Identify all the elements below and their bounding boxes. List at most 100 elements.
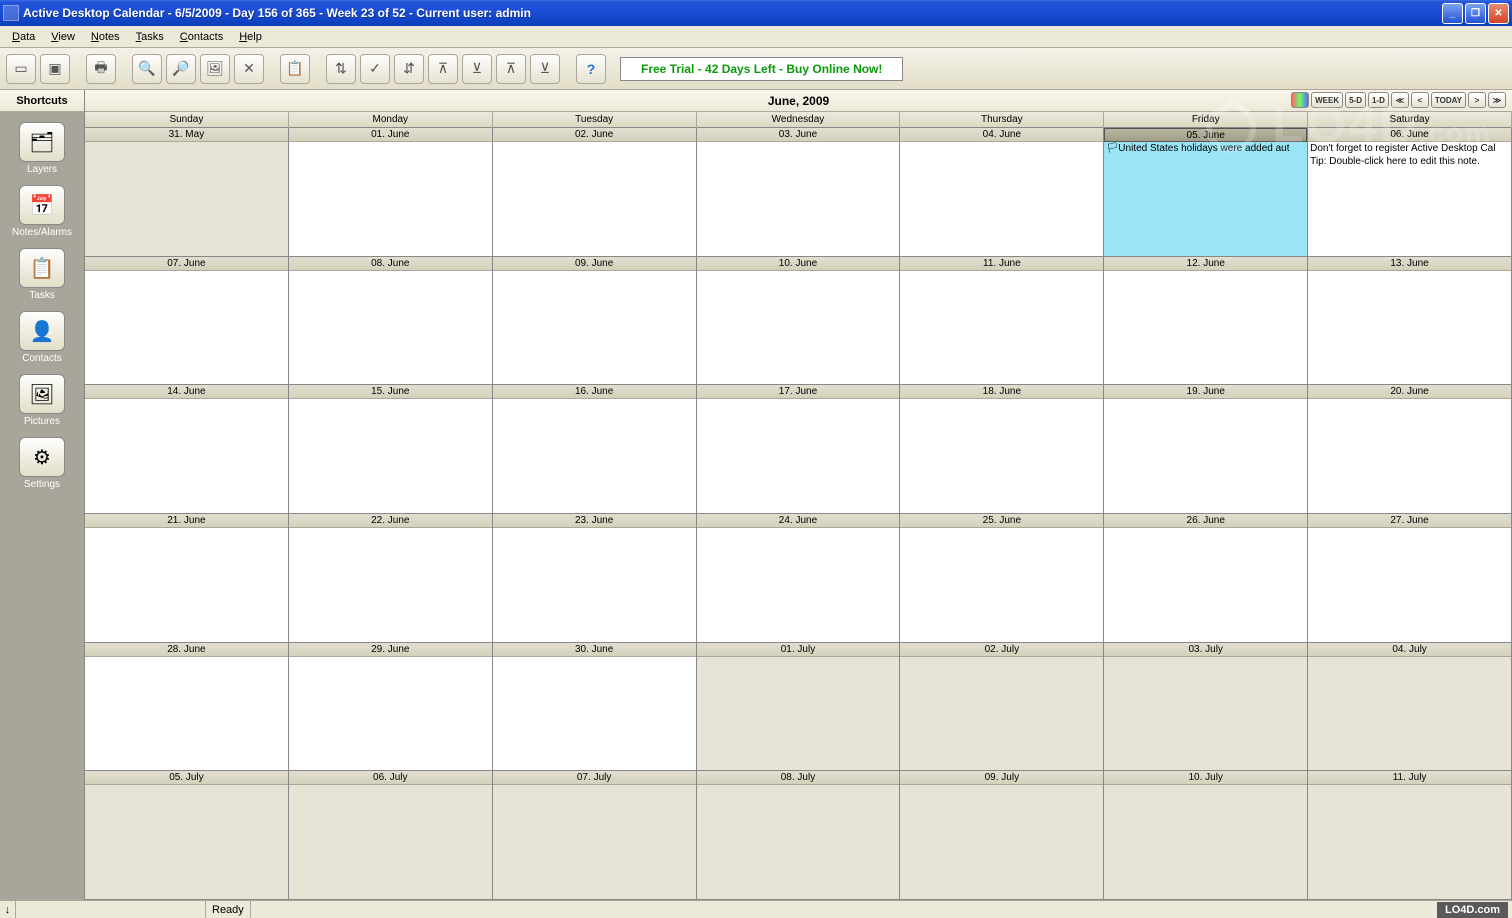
calendar-cell[interactable]: 24. June (697, 514, 901, 642)
cell-body[interactable] (697, 657, 900, 771)
tool-export-icon[interactable]: ✕ (234, 54, 264, 84)
calendar-cell[interactable]: 15. June (289, 385, 493, 513)
tool-filter1-icon[interactable]: ⇵ (394, 54, 424, 84)
calendar-cell[interactable]: 01. June (289, 128, 493, 256)
note-item[interactable]: 🏳United States holidays were added aut (1104, 142, 1307, 155)
calendar-cell[interactable]: 23. June (493, 514, 697, 642)
calendar-cell[interactable]: 17. June (697, 385, 901, 513)
calendar-cell[interactable]: 08. June (289, 257, 493, 385)
cell-body[interactable] (1308, 785, 1511, 899)
calendar-cell[interactable]: 07. July (493, 771, 697, 899)
cell-body[interactable] (85, 785, 288, 899)
calendar-cell[interactable]: 27. June (1308, 514, 1512, 642)
calendar-cell[interactable]: 06. JuneDon't forget to register Active … (1308, 128, 1512, 256)
cell-body[interactable] (697, 785, 900, 899)
calendar-cell[interactable]: 01. July (697, 643, 901, 771)
tool-print-icon[interactable]: 🖶 (86, 54, 116, 84)
nav-color-icon[interactable] (1291, 92, 1309, 108)
calendar-cell[interactable]: 09. July (900, 771, 1104, 899)
calendar-cell[interactable]: 11. July (1308, 771, 1512, 899)
tool-zoomout-icon[interactable]: 🔍 (132, 54, 162, 84)
cell-body[interactable] (289, 142, 492, 256)
calendar-cell[interactable]: 04. June (900, 128, 1104, 256)
calendar-cell[interactable]: 14. June (85, 385, 289, 513)
menu-tasks[interactable]: Tasks (128, 29, 172, 45)
calendar-cell[interactable]: 22. June (289, 514, 493, 642)
cell-body[interactable] (1104, 657, 1307, 771)
cell-body[interactable] (900, 785, 1103, 899)
tool-image-icon[interactable]: 🖼 (200, 54, 230, 84)
calendar-cell[interactable]: 11. June (900, 257, 1104, 385)
maximize-button[interactable]: ❐ (1465, 3, 1486, 24)
cell-body[interactable] (289, 657, 492, 771)
sidebar-item-layers[interactable]: 🗂 (19, 122, 65, 162)
minimize-button[interactable]: _ (1442, 3, 1463, 24)
calendar-cell[interactable]: 05. July (85, 771, 289, 899)
nav-week[interactable]: WEEK (1311, 92, 1343, 108)
sidebar-item-notesalarms[interactable]: 📅 (19, 185, 65, 225)
trial-banner[interactable]: Free Trial - 42 Days Left - Buy Online N… (620, 57, 903, 81)
calendar-cell[interactable]: 10. June (697, 257, 901, 385)
cell-body[interactable] (493, 528, 696, 642)
calendar-cell[interactable]: 26. June (1104, 514, 1308, 642)
sidebar-item-tasks[interactable]: 📋 (19, 248, 65, 288)
calendar-cell[interactable]: 21. June (85, 514, 289, 642)
cell-body[interactable] (85, 271, 288, 385)
menu-data[interactable]: Data (4, 29, 43, 45)
tool-filter2-icon[interactable]: ⊼ (428, 54, 458, 84)
nav-1d[interactable]: 1-D (1368, 92, 1389, 108)
cell-body[interactable] (697, 399, 900, 513)
nav-today[interactable]: TODAY (1431, 92, 1466, 108)
tool-sort2-icon[interactable]: ✓ (360, 54, 390, 84)
calendar-cell[interactable]: 05. June🏳United States holidays were add… (1104, 128, 1308, 256)
note-item[interactable]: Tip: Double-click here to edit this note… (1308, 155, 1511, 168)
menu-view[interactable]: View (43, 29, 83, 45)
menu-help[interactable]: Help (231, 29, 270, 45)
calendar-cell[interactable]: 20. June (1308, 385, 1512, 513)
cell-body[interactable] (1308, 399, 1511, 513)
cell-body[interactable] (1104, 399, 1307, 513)
cell-body[interactable] (1104, 528, 1307, 642)
tool-filter5-icon[interactable]: ⊻ (530, 54, 560, 84)
cell-body[interactable] (900, 142, 1103, 256)
cell-body[interactable] (289, 785, 492, 899)
calendar-cell[interactable]: 02. July (900, 643, 1104, 771)
menu-contacts[interactable]: Contacts (172, 29, 231, 45)
calendar-cell[interactable]: 09. June (493, 257, 697, 385)
cell-body[interactable] (289, 528, 492, 642)
nav-last-icon[interactable]: ≫ (1488, 92, 1506, 108)
tool-clipboard-icon[interactable]: 📋 (280, 54, 310, 84)
tool-sort1-icon[interactable]: ⇅ (326, 54, 356, 84)
calendar-cell[interactable]: 28. June (85, 643, 289, 771)
cell-body[interactable] (85, 528, 288, 642)
menu-notes[interactable]: Notes (83, 29, 128, 45)
cell-body[interactable] (493, 657, 696, 771)
tool-new-icon[interactable]: ▭ (6, 54, 36, 84)
tool-zoomin-icon[interactable]: 🔎 (166, 54, 196, 84)
cell-body[interactable] (1308, 271, 1511, 385)
calendar-cell[interactable]: 16. June (493, 385, 697, 513)
cell-body[interactable]: 🏳United States holidays were added aut (1104, 142, 1307, 256)
cell-body[interactable] (85, 142, 288, 256)
calendar-cell[interactable]: 13. June (1308, 257, 1512, 385)
cell-body[interactable] (1104, 785, 1307, 899)
calendar-cell[interactable]: 18. June (900, 385, 1104, 513)
cell-body[interactable] (493, 399, 696, 513)
note-item[interactable]: Don't forget to register Active Desktop … (1308, 142, 1511, 155)
cell-body[interactable] (289, 399, 492, 513)
sidebar-item-settings[interactable]: ⚙ (19, 437, 65, 477)
cell-body[interactable] (900, 528, 1103, 642)
calendar-cell[interactable]: 25. June (900, 514, 1104, 642)
cell-body[interactable] (1104, 271, 1307, 385)
calendar-cell[interactable]: 07. June (85, 257, 289, 385)
cell-body[interactable] (493, 271, 696, 385)
cell-body[interactable] (697, 142, 900, 256)
nav-prev-icon[interactable]: < (1411, 92, 1429, 108)
calendar-cell[interactable]: 04. July (1308, 643, 1512, 771)
sidebar-item-contacts[interactable]: 👤 (19, 311, 65, 351)
cell-body[interactable] (1308, 528, 1511, 642)
tool-filter3-icon[interactable]: ⊻ (462, 54, 492, 84)
calendar-cell[interactable]: 19. June (1104, 385, 1308, 513)
tool-help-icon[interactable]: ? (576, 54, 606, 84)
calendar-cell[interactable]: 12. June (1104, 257, 1308, 385)
